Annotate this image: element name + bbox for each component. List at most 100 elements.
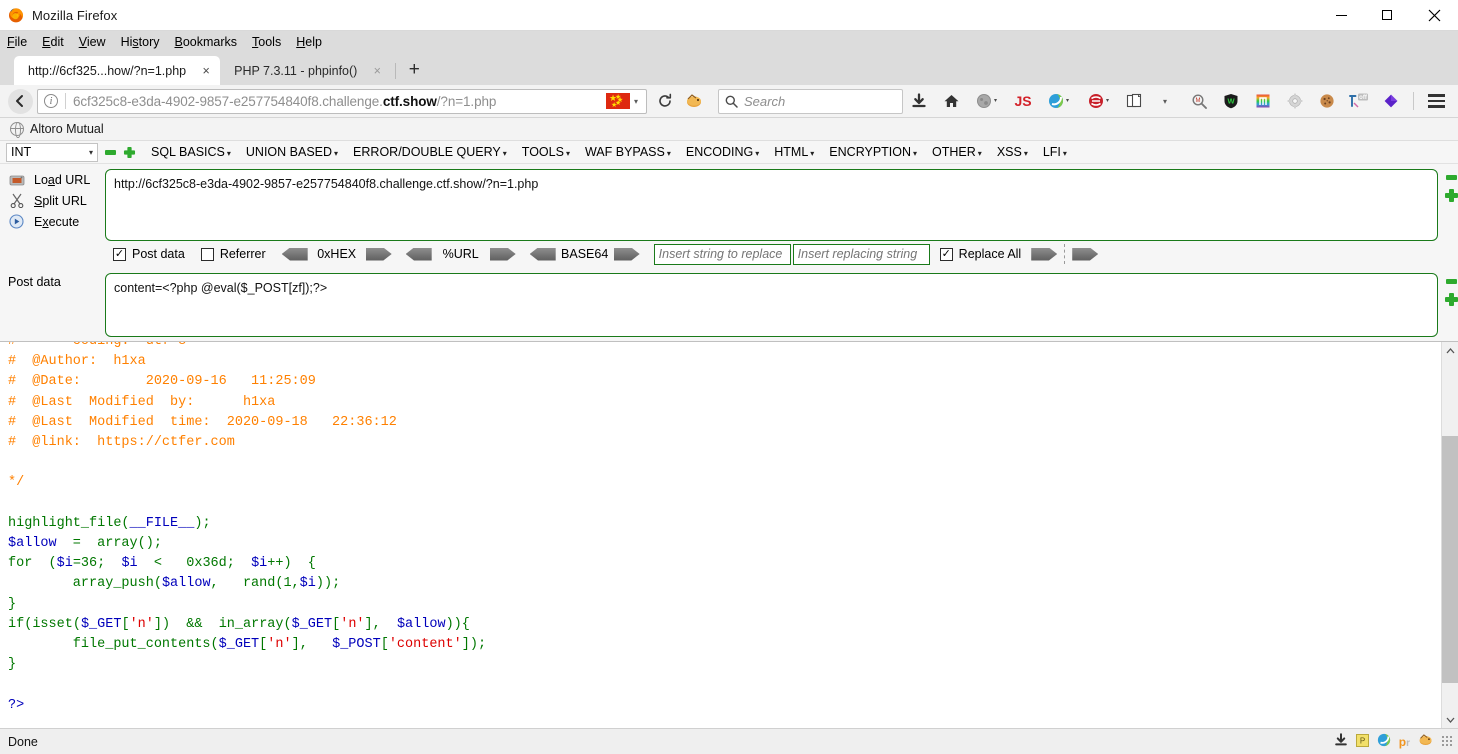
menu-edit[interactable]: Edit: [42, 35, 73, 49]
encode-url-button[interactable]: [490, 248, 516, 261]
decode-hex-button[interactable]: [282, 248, 308, 261]
execute-button[interactable]: Execute: [8, 211, 105, 232]
hackbar-menu-html[interactable]: HTML ▾: [774, 145, 814, 159]
code-token: [: [380, 637, 389, 653]
tab-close-icon[interactable]: ×: [198, 63, 214, 79]
svg-text:off: off: [1359, 95, 1368, 101]
magnifier-icon[interactable]: M: [1186, 88, 1212, 114]
code-token: );: [194, 515, 211, 531]
hackbar-menu-sql-basics[interactable]: SQL BASICS ▾: [151, 145, 231, 159]
code-token: ();: [137, 536, 162, 552]
encoder-group-base64: BASE64: [530, 247, 640, 261]
home-icon[interactable]: [938, 88, 964, 114]
minus-icon[interactable]: [1446, 279, 1457, 284]
hackbar-menu-other[interactable]: OTHER ▾: [932, 145, 982, 159]
load-url-label: Load URL: [34, 172, 91, 187]
plus-icon[interactable]: [123, 146, 136, 158]
hackbar-url-field-wrap: [105, 169, 1458, 241]
js-toggle-icon[interactable]: JS: [1010, 88, 1036, 114]
replace-all-checkbox[interactable]: ✓ Replace All: [939, 247, 1021, 261]
download-icon[interactable]: [1334, 733, 1348, 750]
minus-icon[interactable]: [105, 150, 116, 155]
minus-icon[interactable]: [1446, 175, 1457, 180]
proxy-p-icon[interactable]: P: [1355, 733, 1369, 750]
hackbar-menu-encryption[interactable]: ENCRYPTION ▾: [829, 145, 917, 159]
plus-icon[interactable]: [1445, 189, 1458, 202]
hackbar-toolbar-icon[interactable]: [681, 88, 707, 114]
encode-base64-button[interactable]: [614, 248, 640, 261]
url-textarea[interactable]: [105, 169, 1438, 241]
menu-help[interactable]: Help: [296, 35, 331, 49]
site-info-icon[interactable]: i: [44, 94, 58, 108]
menu-tools[interactable]: Tools: [252, 35, 290, 49]
bookmark-altoro-mutual[interactable]: Altoro Mutual: [30, 122, 104, 136]
hackbar-menu-tools[interactable]: TOOLS ▾: [522, 145, 570, 159]
cn-flag-icon[interactable]: ★ ★ ★ ★ ★: [605, 93, 630, 109]
search-bar[interactable]: Search: [718, 88, 903, 114]
encode-hex-button[interactable]: [366, 248, 392, 261]
menu-history[interactable]: History: [121, 35, 169, 49]
menu-file[interactable]: File: [7, 35, 36, 49]
url-bar[interactable]: i 6cf325c8-e3da-4902-9857-e257754840f8.c…: [37, 88, 647, 114]
replace-search-input[interactable]: [653, 243, 791, 265]
replace-apply-button[interactable]: [1031, 248, 1057, 261]
scrollbar-track[interactable]: [1442, 359, 1458, 711]
account-icon[interactable]: [970, 88, 1004, 114]
hackbar-menu-union-based[interactable]: UNION BASED ▾: [246, 145, 338, 159]
copy-page-icon[interactable]: [1122, 88, 1148, 114]
close-button[interactable]: [1410, 0, 1458, 31]
tab-phpinfo[interactable]: PHP 7.3.11 - phpinfo() ×: [220, 56, 391, 85]
wappalyzer-shield-icon[interactable]: W: [1218, 88, 1244, 114]
menu-icon[interactable]: [1423, 88, 1449, 114]
menu-bookmarks[interactable]: Bookmarks: [175, 35, 247, 49]
back-button[interactable]: [6, 87, 34, 115]
decode-url-button[interactable]: [406, 248, 432, 261]
maximize-button[interactable]: [1364, 0, 1410, 31]
code-token: # @Author: h1xa: [8, 354, 146, 370]
hackbar-menu-encoding[interactable]: ENCODING ▾: [686, 145, 759, 159]
scroll-up-arrow-icon[interactable]: [1442, 342, 1458, 359]
minimize-button[interactable]: [1318, 0, 1364, 31]
colorzilla-icon[interactable]: [1377, 733, 1391, 750]
decode-base64-button[interactable]: [530, 248, 556, 261]
split-url-button[interactable]: Split URL: [8, 190, 105, 211]
tab-separator: [395, 63, 397, 79]
gear-icon[interactable]: [1282, 88, 1308, 114]
hackbar-menu-error-double-query[interactable]: ERROR/DOUBLE QUERY ▾: [353, 145, 507, 159]
status-bar: Done P pr: [0, 728, 1458, 754]
referrer-checkbox[interactable]: Referrer: [200, 247, 266, 261]
hackbar-icon[interactable]: [1418, 733, 1434, 750]
replace-run-button[interactable]: [1072, 248, 1098, 261]
scrollbar-thumb[interactable]: [1442, 436, 1458, 683]
colorzilla-icon[interactable]: [1042, 88, 1076, 114]
pr-icon[interactable]: pr: [1399, 735, 1410, 749]
menu-view[interactable]: View: [79, 35, 115, 49]
chevron-down-icon[interactable]: ▾: [634, 97, 638, 106]
new-tab-button[interactable]: +: [400, 56, 428, 84]
diamond-icon[interactable]: [1378, 88, 1404, 114]
resize-grip-icon[interactable]: [1442, 735, 1452, 749]
post-data-textarea[interactable]: [105, 273, 1438, 337]
search-input[interactable]: Search: [744, 94, 785, 109]
content-scrollbar[interactable]: [1441, 342, 1458, 728]
code-token: $_GET: [218, 637, 260, 653]
code-line: # @Last Modified time: 2020-09-18 22:36:…: [8, 415, 397, 430]
hackbar-menu-xss[interactable]: XSS ▾: [997, 145, 1028, 159]
replace-with-input[interactable]: [792, 243, 930, 265]
tab-active[interactable]: http://6cf325...how/?n=1.php ×: [14, 56, 221, 85]
scroll-down-arrow-icon[interactable]: [1442, 711, 1458, 728]
load-url-button[interactable]: Load URL: [8, 169, 105, 190]
tab-close-icon[interactable]: ×: [369, 63, 385, 79]
chevron-down-icon[interactable]: ▾: [1154, 88, 1180, 114]
plus-icon[interactable]: [1445, 293, 1458, 306]
tampermonkey-off-icon[interactable]: off: [1346, 88, 1372, 114]
proxy-swirl-icon[interactable]: [1082, 88, 1116, 114]
reload-button[interactable]: [652, 93, 678, 109]
post-data-checkbox[interactable]: ✓ Post data: [113, 247, 185, 261]
cookie-icon[interactable]: [1314, 88, 1340, 114]
hackbar-menu-waf-bypass[interactable]: WAF BYPASS ▾: [585, 145, 671, 159]
hackbar-type-select[interactable]: INT ▾: [6, 142, 98, 162]
hackbar-menu-lfi[interactable]: LFI ▾: [1043, 145, 1067, 159]
proxy-switchy-icon[interactable]: [1250, 88, 1276, 114]
downloads-icon[interactable]: [906, 88, 932, 114]
